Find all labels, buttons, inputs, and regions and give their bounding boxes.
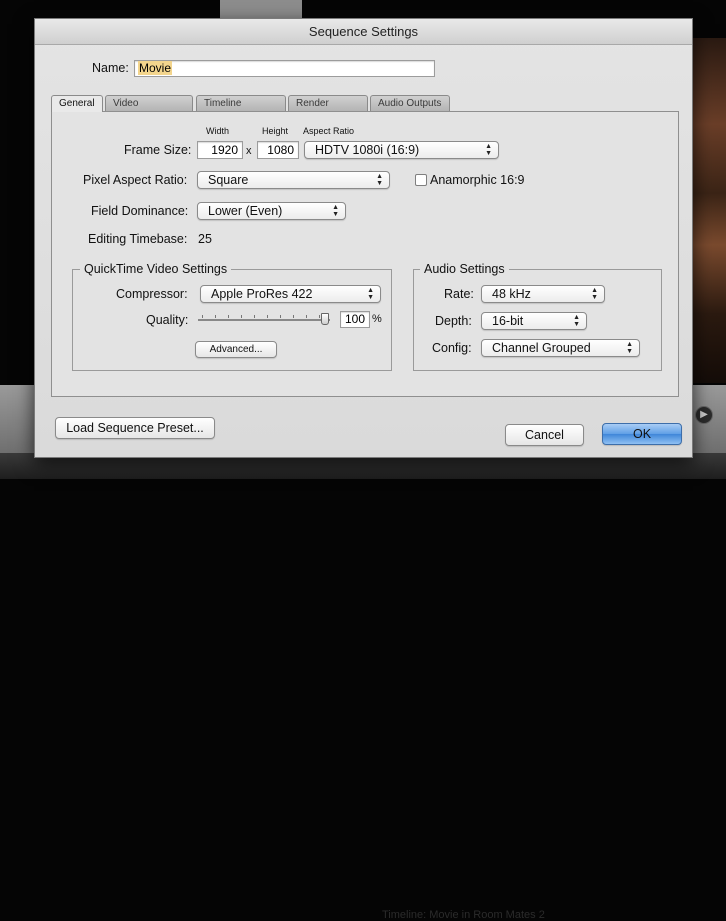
tab-timeline-options[interactable]: Timeline Options bbox=[196, 95, 286, 124]
editing-timebase-value: 25 bbox=[198, 232, 212, 246]
tab-audio-outputs[interactable]: Audio Outputs bbox=[370, 95, 450, 111]
anamorphic-checkbox[interactable] bbox=[415, 174, 427, 186]
compressor-value: Apple ProRes 422 bbox=[211, 287, 313, 301]
rate-popup[interactable]: 48 kHz ▲ ▼ bbox=[481, 285, 605, 303]
popup-arrows-icon: ▲ ▼ bbox=[332, 204, 339, 218]
name-label: Name: bbox=[92, 61, 129, 75]
frame-size-label: Frame Size: bbox=[124, 143, 192, 157]
tab-video-processing[interactable]: Video Processing bbox=[105, 95, 193, 124]
quicktime-settings-title: QuickTime Video Settings bbox=[80, 262, 232, 276]
ok-button[interactable]: OK bbox=[602, 423, 682, 445]
pixel-aspect-label: Pixel Aspect Ratio: bbox=[83, 173, 188, 187]
pixel-aspect-popup[interactable]: Square ▲ ▼ bbox=[197, 171, 390, 189]
aspect-ratio-value: HDTV 1080i (16:9) bbox=[315, 143, 420, 157]
dialog-title: Sequence Settings bbox=[35, 19, 692, 45]
pixel-aspect-value: Square bbox=[208, 173, 249, 187]
quality-slider-knob[interactable] bbox=[321, 313, 329, 325]
tab-general[interactable]: General bbox=[51, 95, 103, 112]
config-label: Config: bbox=[432, 341, 472, 355]
popup-arrows-icon: ▲ ▼ bbox=[591, 287, 598, 301]
field-dominance-value: Lower (Even) bbox=[208, 204, 283, 218]
rate-label: Rate: bbox=[444, 287, 474, 301]
sequence-settings-dialog: Sequence Settings Name: Movie General Vi… bbox=[34, 18, 693, 458]
field-dominance-label: Field Dominance: bbox=[91, 204, 189, 218]
compressor-popup[interactable]: Apple ProRes 422 ▲ ▼ bbox=[200, 285, 381, 303]
aspect-ratio-header: Aspect Ratio bbox=[303, 126, 355, 136]
advanced-button[interactable]: Advanced... bbox=[195, 341, 277, 358]
popup-arrows-icon: ▲ ▼ bbox=[573, 314, 580, 328]
config-value: Channel Grouped bbox=[492, 341, 591, 355]
background-video-frame bbox=[692, 38, 726, 383]
general-panel: Width Height Aspect Ratio Frame Size: 19… bbox=[51, 111, 679, 397]
popup-arrows-icon: ▲ ▼ bbox=[367, 287, 374, 301]
quality-label: Quality: bbox=[146, 313, 189, 327]
popup-arrows-icon: ▲ ▼ bbox=[485, 143, 492, 157]
compressor-label: Compressor: bbox=[116, 287, 188, 301]
name-field-value: Movie bbox=[138, 61, 173, 75]
field-dominance-popup[interactable]: Lower (Even) ▲ ▼ bbox=[197, 202, 346, 220]
quality-slider[interactable] bbox=[198, 319, 330, 321]
depth-value: 16-bit bbox=[492, 314, 524, 328]
editing-timebase-label: Editing Timebase: bbox=[88, 232, 188, 246]
popup-arrows-icon: ▲ ▼ bbox=[626, 341, 633, 355]
load-sequence-preset-button[interactable]: Load Sequence Preset... bbox=[55, 417, 215, 439]
background-window-tab bbox=[220, 0, 302, 20]
popup-arrows-icon: ▲ ▼ bbox=[376, 173, 383, 187]
aspect-ratio-popup[interactable]: HDTV 1080i (16:9) ▲ ▼ bbox=[304, 141, 499, 159]
height-header: Height bbox=[262, 126, 289, 136]
frame-height-field[interactable]: 1080 bbox=[257, 141, 299, 159]
background-playhead-icon: ▶ bbox=[695, 406, 713, 424]
anamorphic-label: Anamorphic 16:9 bbox=[430, 173, 525, 187]
config-popup[interactable]: Channel Grouped ▲ ▼ bbox=[481, 339, 640, 357]
frame-size-times: x bbox=[246, 145, 252, 157]
rate-value: 48 kHz bbox=[492, 287, 531, 301]
frame-width-field[interactable]: 1920 bbox=[197, 141, 243, 159]
tab-render-control[interactable]: Render Control bbox=[288, 95, 368, 124]
background-timeline-text: Timeline: Movie in Room Mates 2 bbox=[382, 909, 545, 921]
quality-field[interactable]: 100 bbox=[340, 311, 370, 328]
depth-popup[interactable]: 16-bit ▲ ▼ bbox=[481, 312, 587, 330]
cancel-button[interactable]: Cancel bbox=[505, 424, 584, 446]
depth-label: Depth: bbox=[435, 314, 472, 328]
quality-unit: % bbox=[372, 313, 382, 325]
audio-settings-title: Audio Settings bbox=[420, 262, 509, 276]
name-field[interactable]: Movie bbox=[134, 60, 435, 77]
width-header: Width bbox=[206, 126, 230, 136]
